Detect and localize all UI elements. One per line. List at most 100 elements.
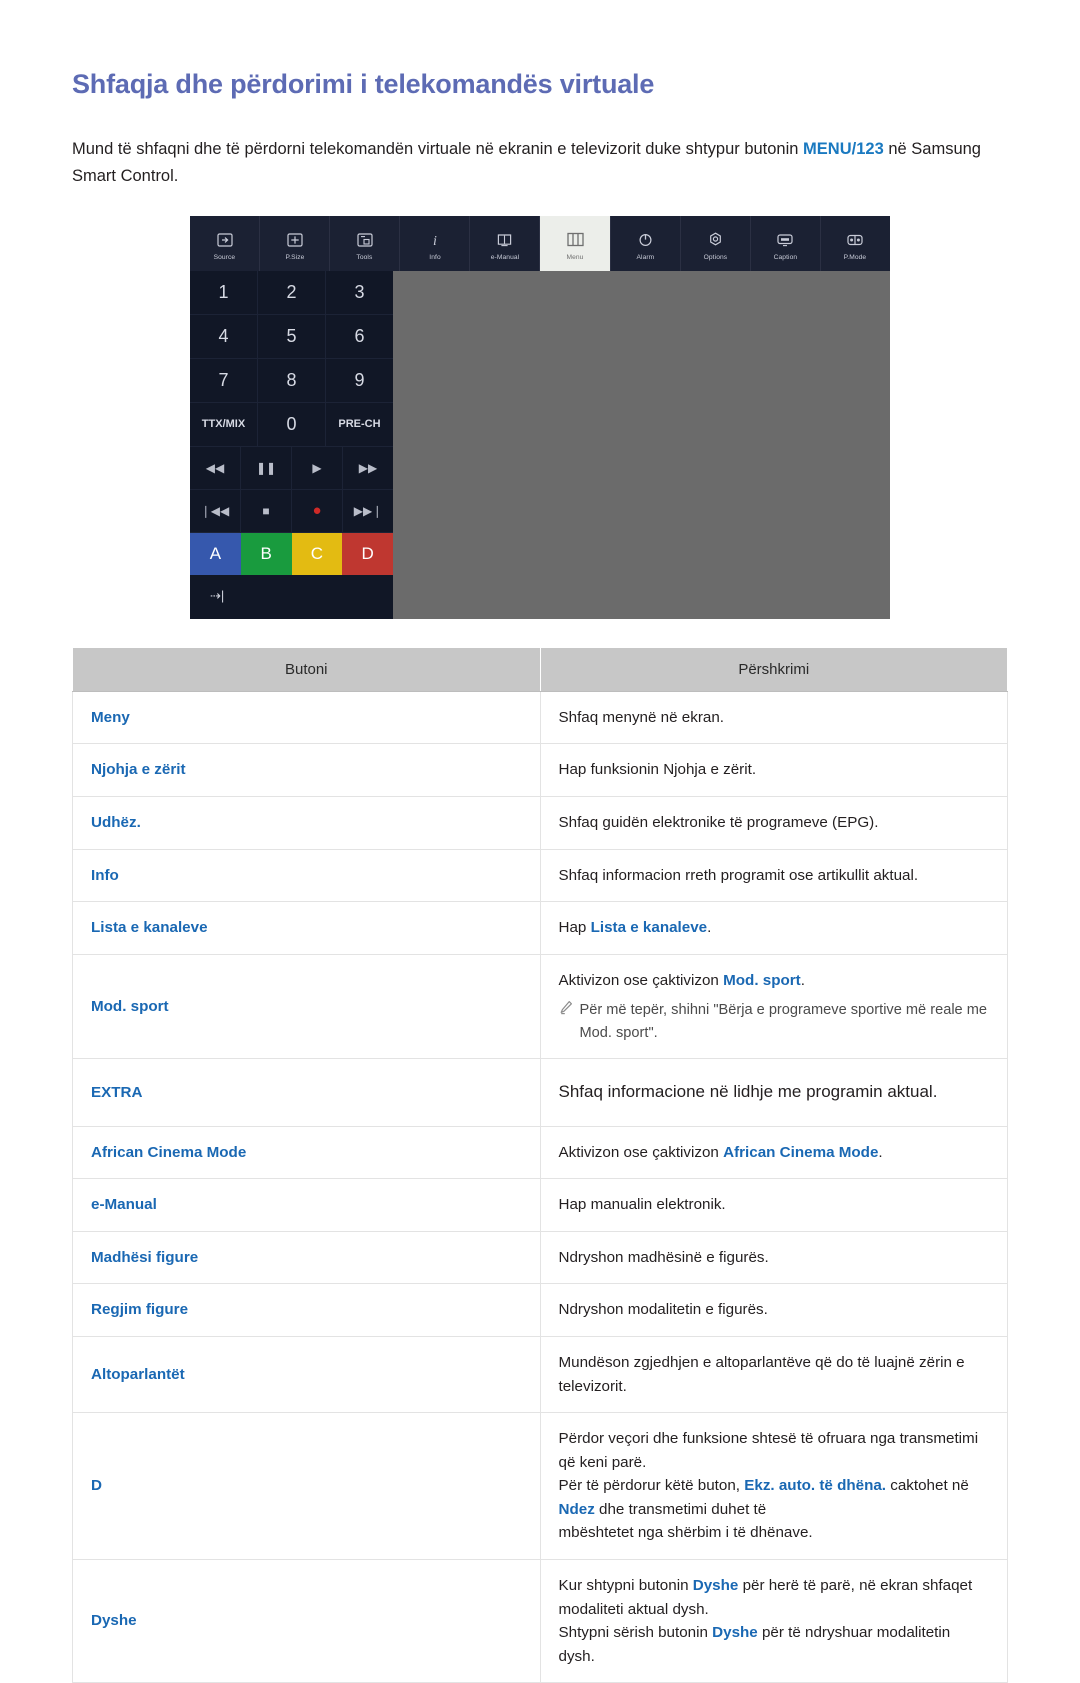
key-8[interactable]: 8	[258, 358, 326, 403]
row-button-label: Udhëz.	[72, 795, 541, 850]
key-0[interactable]: 0	[258, 402, 326, 447]
row-description: Mundëson zgjedhjen e altoparlantëve që d…	[539, 1336, 1008, 1414]
note-text: Për më tepër, shihni "Bërja e programeve…	[579, 1002, 988, 1041]
color-button-a[interactable]: A	[190, 532, 241, 575]
desc-line-1: Përdor veçori dhe funksione shtesë të of…	[558, 1430, 979, 1471]
fast-forward-icon[interactable]: ▶▶	[343, 446, 393, 490]
toolbar-item-picture-size[interactable]: P.Size	[260, 215, 331, 271]
toolbar-item-source[interactable]: Source	[190, 215, 261, 271]
key-pre-ch[interactable]: PRE-CH	[326, 402, 393, 447]
toolbar-label: Caption	[773, 254, 798, 261]
svg-text:i: i	[433, 234, 437, 248]
button-description-table: Butoni Përshkrimi Meny Shfaq menynë në e…	[72, 646, 1008, 1683]
info-icon: i	[427, 229, 443, 251]
source-icon	[216, 229, 233, 251]
record-icon[interactable]: ●	[292, 489, 343, 533]
row-description: Aktivizon ose çaktivizon Mod. sport. Për…	[539, 953, 1008, 1060]
remote-body: 1 2 3 4 5 6 7 8 9 TTX/MIX 0 PRE-CH ◀◀ ❚❚…	[190, 270, 890, 619]
intro-text-part1: Mund të shfaqni dhe të përdorni telekoma…	[72, 140, 804, 159]
pencil-icon	[559, 1000, 573, 1023]
key-2[interactable]: 2	[258, 270, 326, 315]
row-description: Shfaq menynë në ekran.	[539, 690, 1008, 745]
toolbar-label: Menu	[566, 254, 584, 261]
row-button-label: Meny	[72, 690, 541, 745]
row-description: Shfaq guidën elektronike të programeve (…	[539, 795, 1008, 850]
keypad-row: 7 8 9	[190, 358, 393, 403]
desc-text-end: .	[878, 1143, 883, 1161]
row-button-label: Njohja e zërit	[72, 743, 541, 797]
table-row: Madhësi figure Ndryshon madhësinë e figu…	[72, 1230, 1008, 1285]
column-header-description: Përshkrimi	[539, 646, 1008, 692]
play-icon[interactable]: ▶	[292, 446, 343, 490]
key-5[interactable]: 5	[258, 314, 326, 359]
table-row: EXTRA Shfaq informacione në lidhje me pr…	[72, 1058, 1008, 1127]
key-9[interactable]: 9	[326, 358, 393, 403]
row-description: Hap manualin elektronik.	[539, 1178, 1008, 1232]
table-row: Altoparlantët Mundëson zgjedhjen e altop…	[72, 1336, 1008, 1414]
color-button-b[interactable]: B	[240, 532, 292, 575]
toolbar-item-options[interactable]: Options	[681, 215, 751, 271]
table-header-row: Butoni Përshkrimi	[72, 646, 1008, 692]
tools-icon	[357, 229, 373, 251]
toolbar-item-tools[interactable]: Tools	[330, 215, 401, 271]
desc-highlight-2: Ndez	[558, 1500, 595, 1518]
toolbar-label: Options	[703, 254, 727, 261]
row-description: Kur shtypni butonin Dyshe për herë të pa…	[539, 1558, 1008, 1683]
desc-text-end: .	[800, 971, 805, 989]
toolbar-label: Tools	[356, 254, 373, 261]
color-button-d[interactable]: D	[342, 532, 393, 575]
desc-line-2: Për të përdorur këtë buton, Ekz. auto. t…	[559, 1474, 990, 1521]
key-1[interactable]: 1	[190, 270, 258, 315]
color-button-c[interactable]: C	[291, 532, 343, 575]
toolbar-item-caption[interactable]: Caption	[751, 215, 821, 271]
rewind-icon[interactable]: ◀◀	[190, 446, 241, 490]
key-3[interactable]: 3	[326, 270, 393, 315]
stop-icon[interactable]: ■	[241, 489, 292, 533]
options-gear-icon	[708, 229, 723, 251]
toolbar-item-picture-mode[interactable]: P.Mode	[821, 216, 890, 271]
row-button-label: Madhësi figure	[72, 1230, 541, 1285]
toolbar-label: P.Mode	[844, 254, 867, 261]
table-row: Info Shfaq informacion rreth programit o…	[72, 848, 1008, 903]
key-ttx-mix[interactable]: TTX/MIX	[190, 402, 258, 447]
row-description: Shfaq informacione në lidhje me programi…	[539, 1058, 1008, 1127]
intro-paragraph: Mund të shfaqni dhe të përdorni telekoma…	[72, 100, 1008, 189]
desc-highlight: Mod. sport	[723, 971, 801, 989]
row-button-label: Altoparlantët	[72, 1336, 541, 1414]
row-button-label: D	[72, 1412, 541, 1560]
key-7[interactable]: 7	[190, 358, 258, 403]
color-button-row: A B C D	[190, 532, 393, 575]
toolbar-label: Info	[429, 254, 441, 261]
desc-highlight: African Cinema Mode	[723, 1143, 879, 1161]
e-manual-icon	[497, 229, 512, 251]
table-row: D Përdor veçori dhe funksione shtesë të …	[72, 1412, 1008, 1560]
table-row: Meny Shfaq menynë në ekran.	[72, 690, 1008, 745]
exit-arrow-button[interactable]: ⇢|	[190, 574, 393, 617]
skip-next-icon[interactable]: ▶▶❘	[343, 489, 393, 533]
picture-mode-icon	[847, 229, 863, 251]
remote-toolbar: Source P.Size Tools i Info e-Manual Menu…	[190, 215, 890, 271]
remote-screen-area	[393, 270, 890, 619]
note-line: Për më tepër, shihni "Bërja e programeve…	[559, 999, 990, 1044]
pause-icon[interactable]: ❚❚	[241, 446, 292, 490]
virtual-remote-figure: Source P.Size Tools i Info e-Manual Menu…	[190, 215, 890, 619]
desc-text: Kur shtypni butonin	[558, 1576, 693, 1594]
toolbar-label: P.Size	[285, 254, 305, 261]
key-4[interactable]: 4	[190, 314, 258, 359]
picture-size-icon	[287, 229, 303, 251]
row-description: Përdor veçori dhe funksione shtesë të of…	[539, 1412, 1008, 1560]
desc-text-end: dhe transmetimi duhet të	[594, 1500, 767, 1518]
skip-previous-icon[interactable]: ❘◀◀	[190, 489, 241, 533]
toolbar-item-e-manual[interactable]: e-Manual	[470, 215, 541, 271]
desc-text: Për të përdorur këtë buton,	[558, 1477, 745, 1495]
toolbar-item-alarm[interactable]: Alarm	[611, 215, 681, 271]
keypad-row: 4 5 6	[190, 314, 393, 359]
key-6[interactable]: 6	[326, 314, 393, 359]
desc-text-mid: caktohet në	[886, 1477, 969, 1495]
keypad-row: TTX/MIX 0 PRE-CH	[190, 402, 393, 447]
table-row: Mod. sport Aktivizon ose çaktivizon Mod.…	[72, 953, 1008, 1060]
toolbar-item-menu[interactable]: Menu	[540, 215, 611, 271]
toolbar-item-info[interactable]: i Info	[400, 215, 471, 271]
row-button-label: Regjim figure	[72, 1283, 541, 1338]
menu-icon	[566, 229, 584, 251]
